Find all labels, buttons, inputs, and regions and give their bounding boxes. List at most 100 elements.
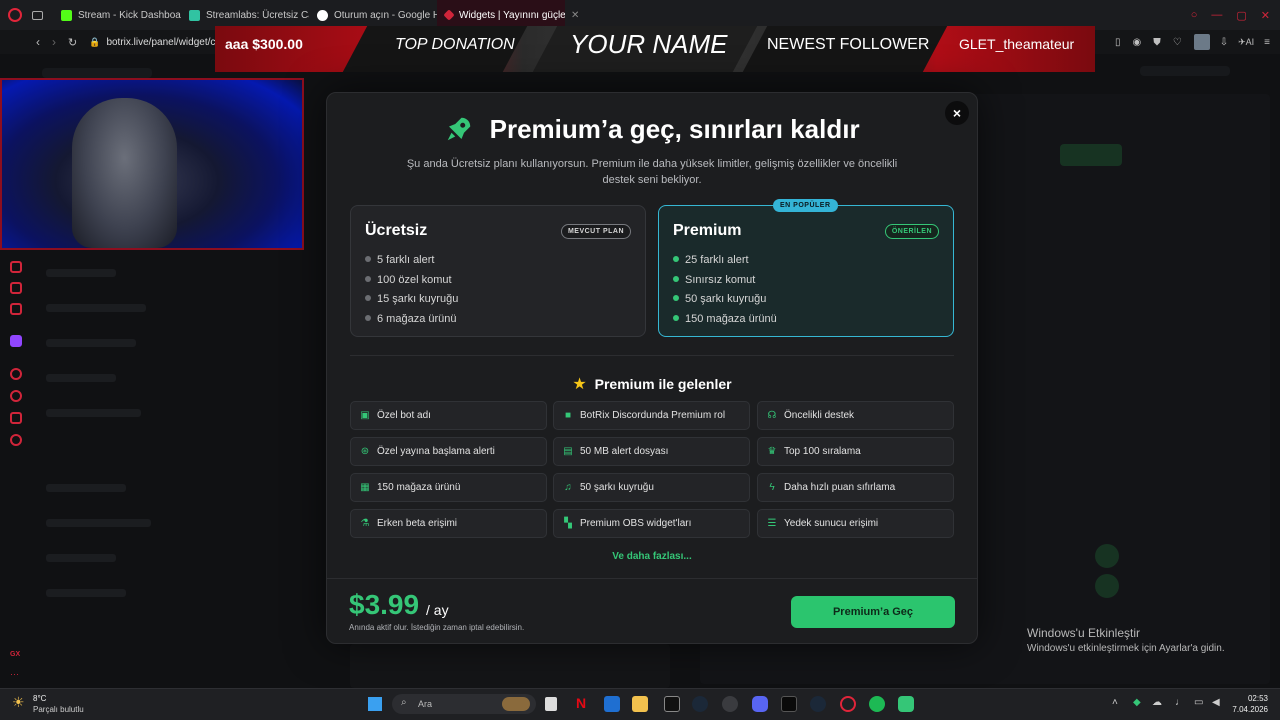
network-icon[interactable]: ▭ (1194, 697, 1203, 708)
clock-icon[interactable] (10, 390, 22, 402)
reload-icon[interactable]: ↻ (68, 36, 77, 49)
heart-icon[interactable]: ♡ (1173, 37, 1182, 48)
perk-item: ♫ 50 şarkı kuyruğu (553, 473, 750, 502)
widgets-icon: ▚ (564, 517, 572, 529)
more-link[interactable]: Ve daha fazlası... (326, 551, 978, 562)
webcam-feed (0, 78, 304, 250)
more-icon[interactable]: ··· (10, 669, 19, 679)
list-item: 50 şarkı kuyruğu (673, 290, 777, 310)
gx-icon[interactable]: GX (10, 651, 20, 658)
weather-icon[interactable]: ☀ (12, 694, 25, 711)
donation-amount: aaa $300.00 (225, 36, 303, 52)
follower-name: GLET_theamateur (959, 36, 1075, 52)
rail-icon-3[interactable] (10, 303, 22, 315)
menu-icon[interactable]: ≡ (1264, 37, 1270, 48)
discord-icon[interactable] (752, 696, 768, 712)
steam-icon[interactable] (692, 696, 708, 712)
url-field[interactable]: botrix.live/panel/widget/chat (106, 37, 229, 48)
workspace-icon[interactable] (32, 10, 43, 20)
minimize-icon[interactable]: — (1211, 9, 1222, 21)
placeholder-text (46, 554, 116, 562)
bookmark-icon[interactable]: ▯ (1115, 37, 1121, 48)
google-favicon-icon (317, 9, 328, 21)
placeholder-block (1140, 66, 1230, 76)
clock-date[interactable]: 7.04.2026 (1226, 705, 1268, 714)
modal-subtitle: Şu anda Ücretsiz planı kullanıyorsun. Pr… (406, 158, 898, 186)
steam-icon[interactable] (810, 696, 826, 712)
list-item: 5 farklı alert (365, 251, 458, 271)
botrix-favicon-icon (443, 9, 455, 21)
placeholder-text (46, 484, 126, 492)
taskbar-search[interactable]: ⌕ Ara (392, 694, 536, 714)
twitch-icon[interactable] (10, 335, 22, 347)
tab-label: Streamlabs: Ücretsiz Cank (206, 9, 309, 21)
perk-item: ♛ Top 100 sıralama (757, 437, 954, 466)
music-icon: ♫ (564, 481, 572, 493)
perk-item: ▣ Özel bot adı (350, 401, 547, 430)
camera-icon[interactable]: ◉ (1133, 37, 1142, 48)
price-note: Anında aktif olur. İstediğin zaman iptal… (349, 623, 525, 632)
tray-app-icon[interactable]: ◆ (1133, 697, 1141, 708)
ai-icon[interactable]: ✈AI (1238, 37, 1254, 48)
bot-icon: ▣ (360, 409, 370, 421)
price: $3.99 (349, 589, 420, 620)
tab-label: Oturum açın - Google Hes (334, 9, 437, 21)
volume-icon[interactable]: ◀ (1212, 697, 1220, 708)
flask-icon: ⚗ (360, 517, 370, 529)
star-icon: ★ (572, 376, 587, 393)
app-icon[interactable] (781, 696, 797, 712)
upgrade-button[interactable]: Premium’a Geç (791, 596, 955, 628)
headset-icon: ☊ (767, 409, 777, 421)
rocket-icon (448, 117, 471, 141)
settings-icon[interactable] (10, 434, 22, 446)
clock-time[interactable]: 02:53 (1244, 694, 1268, 703)
opera-logo-icon[interactable] (8, 8, 22, 22)
feature-list: 25 farklı alert Sınırsız komut 50 şarkı … (673, 251, 777, 329)
feature-list: 5 farklı alert 100 özel komut 15 şarkı k… (365, 251, 458, 329)
windows-start-icon[interactable] (368, 697, 382, 711)
forward-icon[interactable]: › (52, 35, 56, 49)
tab-kick-dashboard[interactable]: Stream - Kick Dashboard (53, 0, 181, 30)
botrix-app-icon[interactable] (898, 696, 914, 712)
netflix-icon[interactable]: N (576, 695, 592, 711)
list-item: 6 mağaza ürünü (365, 310, 458, 330)
placeholder-text (46, 269, 116, 277)
broadcast-icon: ⊛ (360, 445, 370, 457)
file-explorer-icon[interactable] (632, 696, 648, 712)
back-icon[interactable]: ‹ (36, 35, 40, 49)
mic-icon[interactable]: ♩ (1175, 697, 1185, 708)
shield-icon[interactable]: ⛊ (1153, 37, 1161, 48)
rail-icon-1[interactable] (10, 261, 22, 273)
close-window-icon[interactable]: ✕ (1261, 9, 1270, 22)
webcam-person (72, 98, 177, 248)
play-icon[interactable] (10, 368, 22, 380)
stream-overlay-banner: aaa $300.00 TOP DONATION YOUR NAME NEWES… (215, 26, 1095, 72)
price-period: / ay (426, 602, 449, 618)
spotify-icon[interactable] (869, 696, 885, 712)
close-tab-icon[interactable]: ✕ (571, 10, 579, 21)
rail-icon-4[interactable] (10, 412, 22, 424)
server-icon: ☰ (767, 517, 777, 529)
your-name-label: YOUR NAME (570, 29, 728, 59)
plan-card-premium[interactable]: Premium ÖNERİLEN 25 farklı alert Sınırsı… (658, 205, 954, 337)
plan-name: Ücretsiz (365, 222, 428, 239)
file-icon: ▤ (563, 445, 573, 457)
search-icon[interactable]: ○ (1191, 9, 1198, 21)
current-plan-badge: MEVCUT PLAN (560, 224, 631, 239)
rail-icon-2[interactable] (10, 282, 22, 294)
tray-expand-icon[interactable]: ˄ (1112, 697, 1118, 708)
epic-games-icon[interactable] (664, 696, 680, 712)
cloud-icon[interactable]: ☁ (1152, 697, 1162, 708)
xbox-icon[interactable] (722, 696, 738, 712)
avatar[interactable] (1193, 34, 1210, 50)
placeholder-text (46, 589, 126, 597)
windows-activation-watermark: Windows'u Etkinleştir Windows'u etkinleş… (1027, 626, 1225, 654)
app-icon[interactable] (604, 696, 620, 712)
download-icon[interactable]: ⇩ (1220, 37, 1228, 48)
tab-label: Stream - Kick Dashboard (78, 9, 181, 21)
placeholder-text (46, 519, 151, 527)
taskview-icon[interactable] (545, 697, 557, 711)
store-icon: ▦ (360, 481, 370, 493)
opera-gx-icon[interactable] (840, 696, 856, 712)
maximize-icon[interactable]: ▢ (1236, 9, 1246, 22)
